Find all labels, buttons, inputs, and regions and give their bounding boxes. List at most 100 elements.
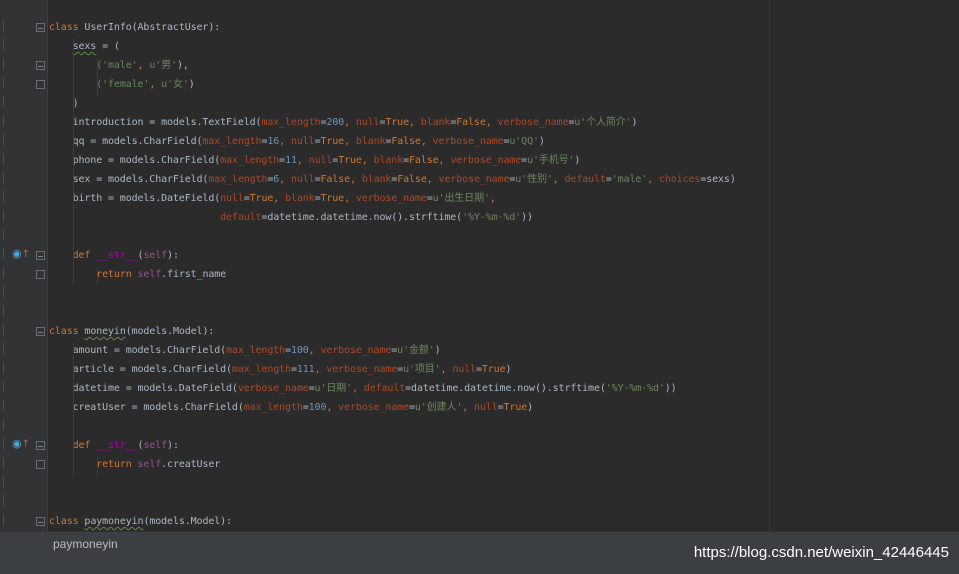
code-line[interactable]: ('female', u'女'): [49, 75, 195, 94]
code-token: True: [481, 364, 506, 375]
line-number: │: [0, 478, 6, 488]
code-line[interactable]: datetime = models.DateField(verbose_name…: [49, 379, 677, 398]
code-token: __str__: [96, 250, 138, 261]
code-token: max_length: [220, 155, 280, 166]
line-number: │: [0, 288, 6, 298]
fold-end-icon[interactable]: [36, 80, 45, 89]
code-token: .creatUser: [161, 459, 221, 470]
line-number: │: [0, 98, 6, 108]
code-token: ,: [314, 364, 327, 375]
fold-collapse-icon[interactable]: [36, 327, 45, 336]
code-token: UserInfo(AbstractUser):: [78, 22, 221, 33]
code-token: moneyin: [84, 326, 126, 337]
code-token: False: [391, 136, 421, 147]
code-token: u'个人简介': [574, 117, 632, 128]
code-token: ): [434, 345, 441, 356]
code-line[interactable]: class moneyin(models.Model):: [49, 322, 214, 341]
code-token: =datetime.datetime.now().strftime(: [261, 212, 463, 223]
code-editor[interactable]: │ │ │ │ │ │ │ │ │ │ │ │ │ │ │ │ │ │ │ │ │ │ │ │ │ │ │ class UserIn…: [0, 0, 959, 573]
code-line[interactable]: introduction = models.TextField(max_leng…: [49, 113, 638, 132]
fold-collapse-icon[interactable]: [36, 251, 45, 260]
code-line[interactable]: article = models.CharField(max_length=11…: [49, 360, 512, 379]
override-method-icon[interactable]: ◉↑: [12, 438, 30, 450]
code-line[interactable]: creatUser = models.CharField(max_length=…: [49, 398, 534, 417]
code-token: u'日期': [314, 383, 353, 394]
line-number: │: [0, 193, 6, 203]
code-line[interactable]: sex = models.CharField(max_length=6, nul…: [49, 170, 736, 189]
code-token: default: [363, 383, 406, 394]
code-token: return: [96, 459, 132, 470]
breadcrumb-bar: paymoneyin https://blog.csdn.net/weixin_…: [0, 531, 959, 574]
code-token: ,: [352, 383, 364, 394]
code-token: max_length: [208, 174, 268, 185]
code-line[interactable]: sexs = (: [49, 37, 120, 56]
fold-collapse-icon[interactable]: [36, 23, 45, 32]
code-token: ),: [176, 60, 189, 71]
code-token: verbose_name: [338, 402, 409, 413]
code-token: u'项目': [403, 364, 441, 375]
code-token: blank: [285, 193, 315, 204]
code-token: ,: [489, 193, 496, 204]
code-line[interactable]: ('male', u'男'),: [49, 56, 189, 75]
code-token: ): [538, 136, 545, 147]
override-method-icon[interactable]: ◉↑: [12, 248, 30, 260]
code-token: blank: [373, 155, 404, 166]
code-token: class: [49, 516, 79, 527]
code-token: ,: [279, 174, 291, 185]
code-token: blank: [420, 117, 451, 128]
code-token: qq = models.CharField(: [49, 136, 203, 147]
code-token: def: [72, 250, 91, 261]
code-line[interactable]: birth = models.DateField(null=True, blan…: [49, 189, 496, 208]
line-number: │: [0, 402, 6, 412]
code-token: creatUser = models.CharField(: [49, 402, 244, 413]
code-token: u'出生日期': [432, 193, 490, 204]
line-number: │: [0, 269, 6, 279]
code-token: ): [49, 98, 79, 109]
breadcrumb-item[interactable]: paymoneyin: [53, 536, 118, 552]
line-number: │: [0, 174, 6, 184]
line-number: │: [0, 497, 6, 507]
code-line[interactable]: def __str__(self):: [49, 246, 179, 265]
code-token: u'女': [161, 79, 189, 90]
fold-end-icon[interactable]: [36, 460, 45, 469]
fold-collapse-icon[interactable]: [36, 517, 45, 526]
line-number: │: [0, 212, 6, 222]
code-line[interactable]: default=datetime.datetime.now().strftime…: [49, 208, 533, 227]
fold-collapse-icon[interactable]: [36, 61, 45, 70]
code-line[interactable]: class paymoneyin(models.Model):: [49, 512, 232, 531]
code-token: def: [72, 440, 91, 451]
line-number: │: [0, 250, 6, 260]
code-line[interactable]: phone = models.CharField(max_length=11, …: [49, 151, 581, 170]
line-number: │: [0, 440, 6, 450]
code-line[interactable]: class UserInfo(AbstractUser):: [49, 18, 220, 37]
code-token: ,: [552, 174, 565, 185]
code-token: null: [220, 193, 244, 204]
line-number: │: [0, 79, 6, 89]
code-token: 100: [290, 345, 309, 356]
code-token: verbose_name: [438, 174, 510, 185]
code-line[interactable]: qq = models.CharField(max_length=16, nul…: [49, 132, 545, 151]
code-token: ,: [137, 60, 150, 71]
code-token: ('male': [96, 60, 138, 71]
code-token: null: [308, 155, 333, 166]
code-token: null: [290, 136, 315, 147]
code-token: u'金额': [397, 345, 435, 356]
line-number: │: [0, 516, 6, 526]
right-margin-guide: [769, 0, 770, 531]
fold-end-icon[interactable]: [36, 270, 45, 279]
code-token: (models.Model):: [143, 516, 232, 527]
code-token: ):: [167, 250, 179, 261]
line-number: │: [0, 231, 6, 241]
code-line[interactable]: return self.creatUser: [49, 455, 220, 474]
code-line[interactable]: def __str__(self):: [49, 436, 179, 455]
indent-guide: [73, 343, 74, 476]
fold-collapse-icon[interactable]: [36, 441, 45, 450]
code-line[interactable]: ): [49, 94, 79, 113]
code-token: )): [664, 383, 677, 394]
code-token: verbose_name: [497, 117, 569, 128]
code-token: ): [631, 117, 638, 128]
code-line[interactable]: return self.first_name: [49, 265, 226, 284]
indent-guide: [97, 267, 98, 286]
code-line[interactable]: amount = models.CharField(max_length=100…: [49, 341, 441, 360]
